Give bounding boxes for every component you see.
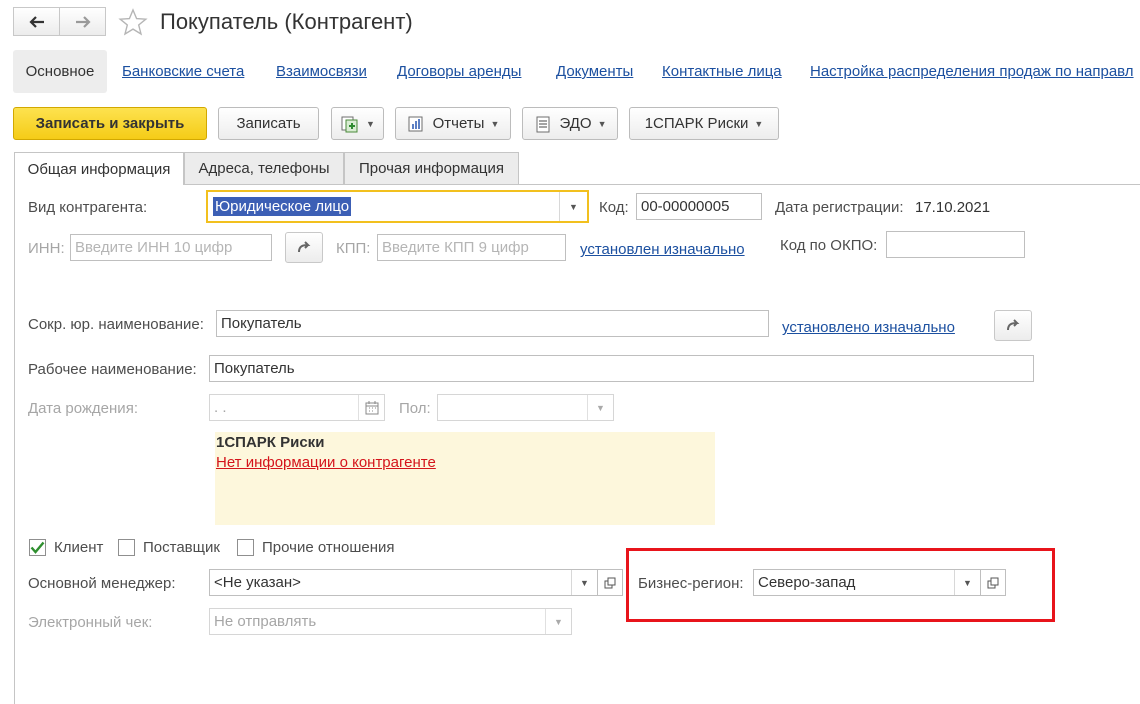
electronic-receipt-value: Не отправлять [214, 613, 317, 630]
main-manager-value: <Не указан> [214, 574, 301, 591]
registration-date-label: Дата регистрации: [775, 199, 904, 216]
edo-label: ЭДО [559, 115, 592, 132]
supplier-checkbox[interactable] [118, 539, 135, 556]
main-manager-select[interactable]: <Не указан> ▼ [209, 569, 598, 596]
electronic-receipt-select[interactable]: Не отправлять ▼ [209, 608, 572, 635]
chevron-down-icon[interactable]: ▼ [559, 192, 587, 221]
working-name-input[interactable]: Покупатель [209, 355, 1034, 382]
code-label: Код: [599, 199, 629, 216]
birth-date-input[interactable]: . . [209, 394, 385, 421]
page-title: Покупатель (Контрагент) [160, 9, 413, 34]
section-nav-bank-accounts[interactable]: Банковские счета [122, 63, 244, 80]
chevron-down-icon: ▼ [366, 118, 375, 129]
section-nav-documents[interactable]: Документы [556, 63, 633, 80]
spark-info-panel: 1СПАРК Риски Нет информации о контрагент… [215, 432, 715, 525]
short-legal-name-input[interactable]: Покупатель [216, 310, 769, 337]
counterparty-kind-select[interactable]: Юридическое лицо ▼ [206, 190, 589, 223]
chevron-down-icon[interactable]: ▼ [545, 609, 571, 634]
section-nav-contact-persons[interactable]: Контактные лица [662, 63, 782, 80]
save-and-close-button[interactable]: Записать и закрыть [13, 107, 207, 140]
chevron-down-icon: ▼ [754, 118, 764, 129]
spark-risks-label: 1СПАРК Риски [644, 115, 749, 132]
refresh-arrow-icon [1007, 318, 1020, 330]
chevron-down-icon: ▼ [490, 118, 500, 129]
reports-button[interactable]: Отчеты ▼ [395, 107, 511, 140]
gender-select[interactable]: ▼ [437, 394, 614, 421]
counterparty-kind-value: Юридическое лицо [213, 197, 352, 216]
tab-panel-left-border [14, 184, 15, 704]
registration-date-value: 17.10.2021 [915, 199, 991, 216]
working-name-label: Рабочее наименование: [28, 361, 197, 378]
tab-other-info[interactable]: Прочая информация [344, 152, 519, 184]
code-field[interactable]: 00-00000005 [636, 193, 762, 220]
favorite-star-button[interactable] [118, 8, 148, 36]
electronic-receipt-label: Электронный чек: [28, 614, 153, 631]
short-legal-name-label: Сокр. юр. наименование: [28, 316, 204, 333]
gender-label: Пол: [399, 400, 431, 417]
kpp-label: КПП: [336, 240, 371, 257]
kpp-set-initially-link[interactable]: установлен изначально [580, 241, 745, 258]
chevron-down-icon: ▼ [597, 118, 607, 129]
other-relations-label: Прочие отношения [262, 539, 395, 556]
refresh-arrow-icon [298, 240, 311, 252]
business-region-select[interactable]: Северо-запад ▼ [753, 569, 981, 596]
chevron-down-icon[interactable]: ▼ [571, 570, 597, 595]
star-icon [118, 8, 148, 36]
check-icon [30, 541, 45, 554]
okpo-input[interactable] [886, 231, 1025, 258]
kpp-placeholder: Введите КПП 9 цифр [382, 239, 529, 256]
other-relations-checkbox[interactable] [237, 539, 254, 556]
section-nav-main[interactable]: Основное [13, 50, 107, 93]
edo-icon [536, 116, 550, 132]
client-label: Клиент [54, 539, 104, 556]
short-name-set-initially-link[interactable]: установлено изначально [782, 319, 955, 336]
tab-addresses-phones-label: Адреса, телефоны [198, 160, 330, 177]
tab-addresses-phones[interactable]: Адреса, телефоны [184, 152, 344, 184]
supplier-label: Поставщик [143, 539, 220, 556]
okpo-label: Код по ОКПО: [780, 237, 878, 254]
fill-by-inn-button[interactable] [285, 232, 323, 263]
edo-button[interactable]: ЭДО ▼ [522, 107, 618, 140]
open-window-icon [987, 577, 999, 588]
business-region-value: Северо-запад [758, 574, 856, 591]
tab-general-info-label: Общая информация [27, 160, 171, 178]
open-manager-button[interactable] [597, 569, 623, 596]
spark-panel-title: 1СПАРК Риски [216, 434, 325, 451]
open-window-icon [604, 577, 616, 588]
section-nav-lease-contracts[interactable]: Договоры аренды [397, 63, 521, 80]
save-button[interactable]: Записать [218, 107, 319, 140]
arrow-right-icon [75, 15, 91, 28]
create-based-on-button[interactable]: ▼ [331, 107, 384, 140]
spark-risks-button[interactable]: 1СПАРК Риски ▼ [629, 107, 779, 140]
business-region-label: Бизнес-регион: [638, 575, 744, 592]
create-based-icon [341, 116, 358, 132]
tab-general-info[interactable]: Общая информация [14, 152, 184, 185]
refresh-short-name-button[interactable] [994, 310, 1032, 341]
spark-no-info-link[interactable]: Нет информации о контрагенте [216, 454, 436, 471]
chevron-down-icon[interactable]: ▼ [587, 395, 613, 420]
main-manager-label: Основной менеджер: [28, 575, 176, 592]
inn-label: ИНН: [28, 240, 65, 257]
section-nav-relations[interactable]: Взаимосвязи [276, 63, 367, 80]
birth-date-label: Дата рождения: [28, 400, 138, 417]
inn-placeholder: Введите ИНН 10 цифр [75, 239, 233, 256]
reports-icon [408, 116, 423, 131]
chevron-down-icon[interactable]: ▼ [954, 570, 980, 595]
arrow-left-icon [28, 15, 44, 28]
section-nav-sales-distribution[interactable]: Настройка распределения продаж по направ… [810, 63, 1134, 80]
back-button[interactable] [13, 7, 60, 36]
birth-date-value: . . [214, 399, 227, 416]
forward-button[interactable] [59, 7, 106, 36]
inn-input[interactable]: Введите ИНН 10 цифр [70, 234, 272, 261]
kpp-input[interactable]: Введите КПП 9 цифр [377, 234, 566, 261]
calendar-icon[interactable] [358, 395, 384, 420]
client-checkbox[interactable] [29, 539, 46, 556]
open-business-region-button[interactable] [980, 569, 1006, 596]
reports-label: Отчеты [432, 115, 485, 132]
section-nav-main-label: Основное [25, 63, 95, 80]
tab-other-info-label: Прочая информация [358, 160, 505, 177]
counterparty-kind-label: Вид контрагента: [28, 199, 148, 216]
